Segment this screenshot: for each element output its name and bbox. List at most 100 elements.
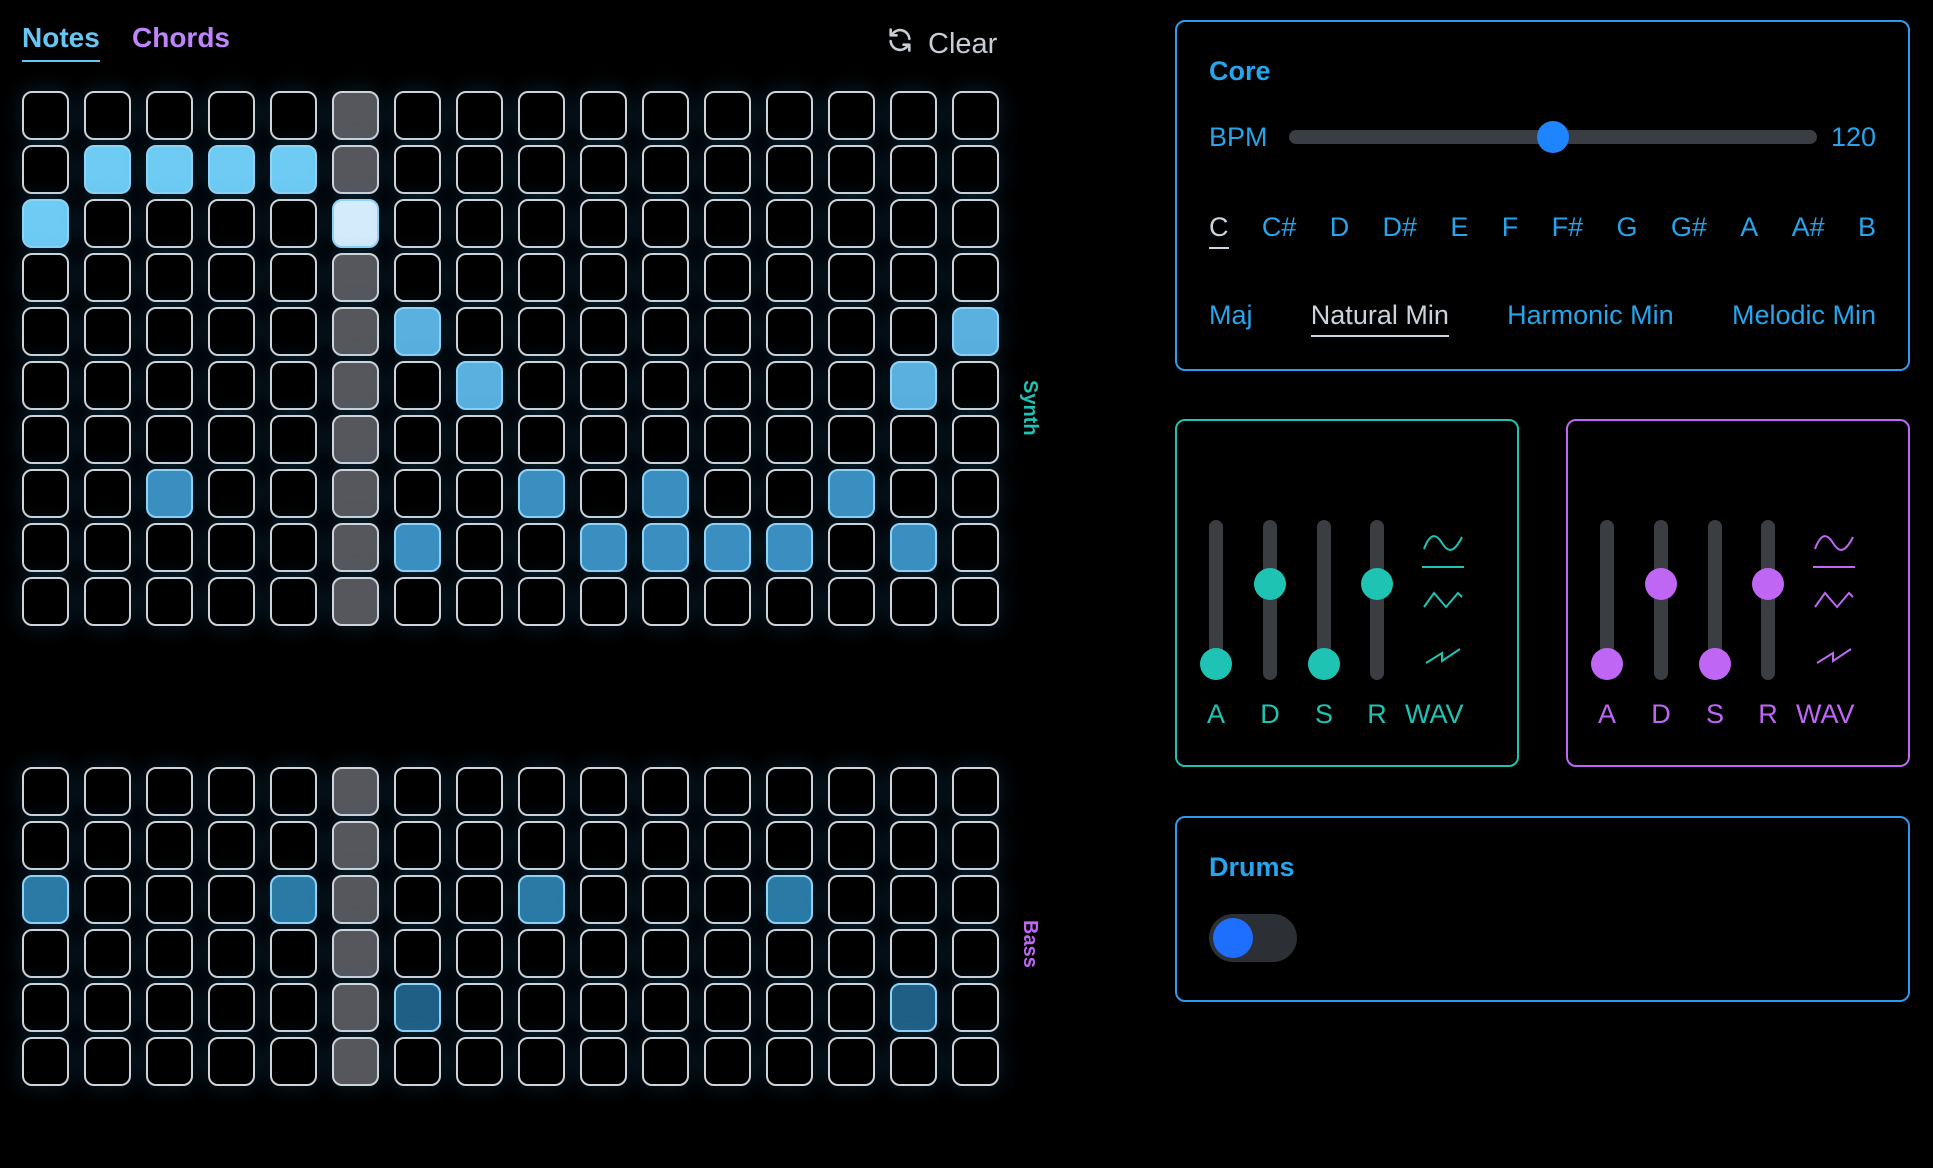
- synth-step-cell[interactable]: [766, 415, 813, 464]
- clear-button[interactable]: Clear: [886, 26, 997, 62]
- synth-step-cell[interactable]: [146, 307, 193, 356]
- bass-step-cell[interactable]: [456, 983, 503, 1032]
- bass-step-cell[interactable]: [208, 983, 255, 1032]
- synth-step-cell[interactable]: [890, 253, 937, 302]
- bass-step-cell[interactable]: [84, 1037, 131, 1086]
- synth-step-cell[interactable]: [704, 307, 751, 356]
- scale-option[interactable]: Maj: [1209, 300, 1253, 337]
- synth-step-cell[interactable]: [456, 361, 503, 410]
- bass-step-cell[interactable]: [394, 1037, 441, 1086]
- synth-step-cell[interactable]: [208, 307, 255, 356]
- synth-step-cell[interactable]: [704, 415, 751, 464]
- bass-step-cell[interactable]: [270, 821, 317, 870]
- bass-step-cell[interactable]: [890, 929, 937, 978]
- key-option[interactable]: E: [1450, 212, 1468, 249]
- synth-step-cell[interactable]: [146, 415, 193, 464]
- synth-step-cell[interactable]: [952, 577, 999, 626]
- synth-step-cell[interactable]: [332, 91, 379, 140]
- synth-step-cell[interactable]: [332, 415, 379, 464]
- synth-step-cell[interactable]: [146, 361, 193, 410]
- bass-step-cell[interactable]: [394, 767, 441, 816]
- synth-step-cell[interactable]: [952, 523, 999, 572]
- synth-step-cell[interactable]: [84, 577, 131, 626]
- key-option[interactable]: G: [1616, 212, 1637, 249]
- synth-step-cell[interactable]: [270, 469, 317, 518]
- bass-step-cell[interactable]: [456, 929, 503, 978]
- synth-step-cell[interactable]: [704, 523, 751, 572]
- synth-step-cell[interactable]: [890, 199, 937, 248]
- bass-step-cell[interactable]: [456, 875, 503, 924]
- synth-step-cell[interactable]: [146, 253, 193, 302]
- synth-step-cell[interactable]: [952, 91, 999, 140]
- synth-step-cell[interactable]: [146, 523, 193, 572]
- bass-step-cell[interactable]: [580, 929, 627, 978]
- synth-step-cell[interactable]: [332, 523, 379, 572]
- bass-step-cell[interactable]: [642, 1037, 689, 1086]
- bass-step-cell[interactable]: [22, 1037, 69, 1086]
- bass-r-slider[interactable]: [1752, 520, 1784, 680]
- bass-step-cell[interactable]: [580, 1037, 627, 1086]
- synth-step-cell[interactable]: [890, 523, 937, 572]
- synth-step-cell[interactable]: [208, 145, 255, 194]
- synth-step-cell[interactable]: [580, 253, 627, 302]
- synth-a-slider[interactable]: [1200, 520, 1232, 680]
- key-option[interactable]: G#: [1671, 212, 1707, 249]
- synth-step-cell[interactable]: [642, 469, 689, 518]
- synth-step-cell[interactable]: [580, 145, 627, 194]
- sine-icon[interactable]: [1813, 531, 1855, 568]
- synth-step-cell[interactable]: [642, 91, 689, 140]
- bass-step-cell[interactable]: [518, 875, 565, 924]
- synth-step-cell[interactable]: [270, 415, 317, 464]
- bass-step-cell[interactable]: [84, 875, 131, 924]
- bass-slider-thumb[interactable]: [1752, 568, 1784, 600]
- synth-step-cell[interactable]: [580, 199, 627, 248]
- bass-step-cell[interactable]: [270, 767, 317, 816]
- bass-step-cell[interactable]: [952, 983, 999, 1032]
- sawtooth-icon[interactable]: [1813, 643, 1855, 674]
- bass-step-cell[interactable]: [332, 1037, 379, 1086]
- synth-step-cell[interactable]: [84, 307, 131, 356]
- bass-step-cell[interactable]: [518, 983, 565, 1032]
- synth-step-cell[interactable]: [332, 307, 379, 356]
- bass-step-cell[interactable]: [208, 929, 255, 978]
- synth-step-cell[interactable]: [890, 415, 937, 464]
- synth-step-cell[interactable]: [22, 199, 69, 248]
- bass-step-cell[interactable]: [890, 875, 937, 924]
- bass-step-cell[interactable]: [146, 875, 193, 924]
- synth-step-cell[interactable]: [580, 307, 627, 356]
- synth-step-cell[interactable]: [332, 469, 379, 518]
- synth-step-cell[interactable]: [642, 199, 689, 248]
- bass-step-cell[interactable]: [84, 929, 131, 978]
- synth-step-cell[interactable]: [332, 253, 379, 302]
- synth-step-cell[interactable]: [84, 199, 131, 248]
- synth-step-cell[interactable]: [208, 253, 255, 302]
- key-option[interactable]: F#: [1552, 212, 1584, 249]
- bass-d-slider[interactable]: [1645, 520, 1677, 680]
- synth-step-cell[interactable]: [270, 577, 317, 626]
- bass-step-cell[interactable]: [766, 875, 813, 924]
- synth-step-cell[interactable]: [704, 145, 751, 194]
- bass-step-cell[interactable]: [580, 821, 627, 870]
- bass-step-cell[interactable]: [518, 821, 565, 870]
- synth-step-cell[interactable]: [518, 199, 565, 248]
- synth-step-cell[interactable]: [952, 199, 999, 248]
- bass-step-cell[interactable]: [704, 821, 751, 870]
- synth-step-cell[interactable]: [22, 469, 69, 518]
- bass-step-cell[interactable]: [84, 821, 131, 870]
- bass-step-cell[interactable]: [580, 983, 627, 1032]
- synth-step-cell[interactable]: [518, 307, 565, 356]
- synth-step-cell[interactable]: [580, 91, 627, 140]
- bass-step-cell[interactable]: [22, 821, 69, 870]
- synth-step-cell[interactable]: [146, 199, 193, 248]
- synth-step-cell[interactable]: [270, 523, 317, 572]
- bass-step-cell[interactable]: [580, 767, 627, 816]
- bass-step-cell[interactable]: [456, 767, 503, 816]
- synth-step-cell[interactable]: [642, 415, 689, 464]
- synth-step-cell[interactable]: [456, 307, 503, 356]
- synth-step-cell[interactable]: [208, 469, 255, 518]
- key-option[interactable]: A#: [1792, 212, 1825, 249]
- synth-slider-thumb[interactable]: [1308, 648, 1340, 680]
- synth-step-cell[interactable]: [332, 361, 379, 410]
- synth-step-cell[interactable]: [766, 361, 813, 410]
- synth-step-cell[interactable]: [642, 253, 689, 302]
